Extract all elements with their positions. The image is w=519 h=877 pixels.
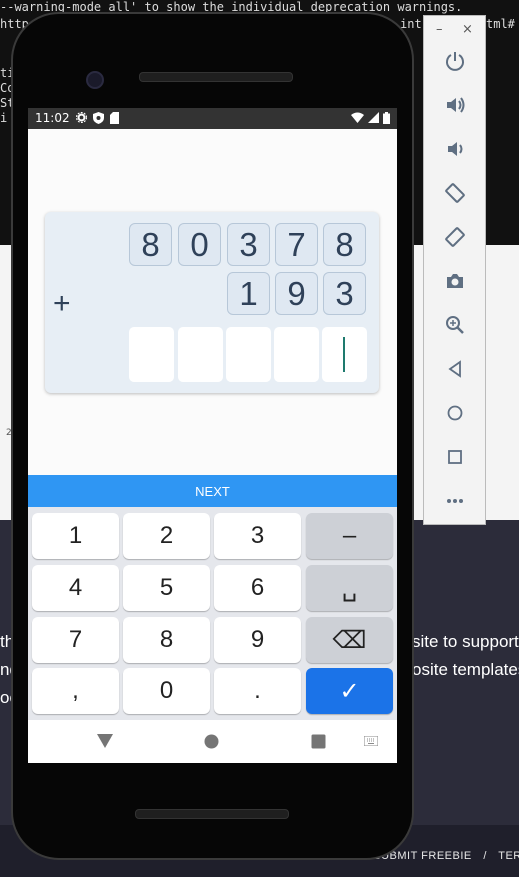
key-5[interactable]: 5 xyxy=(123,565,210,611)
key-comma[interactable]: , xyxy=(32,668,119,714)
rotate-right-icon[interactable] xyxy=(441,223,469,251)
math-practice-app: 8 0 3 7 8 1 9 3 + xyxy=(28,129,397,475)
bottom-speaker xyxy=(135,809,289,819)
rotate-left-icon[interactable] xyxy=(441,179,469,207)
top-digit: 8 xyxy=(323,223,366,266)
top-digit: 3 xyxy=(227,223,270,266)
footer-separator: / xyxy=(483,850,487,862)
signal-icon xyxy=(368,112,379,123)
key-minus[interactable]: – xyxy=(306,513,393,559)
next-button[interactable]: NEXT xyxy=(28,475,397,507)
overview-icon[interactable] xyxy=(441,443,469,471)
web-text: site to support xyxy=(412,632,519,651)
power-icon[interactable] xyxy=(441,47,469,75)
key-6[interactable]: 6 xyxy=(214,565,301,611)
text-cursor xyxy=(343,337,345,372)
key-backspace[interactable]: ⌫ xyxy=(306,617,393,663)
top-digit: 0 xyxy=(178,223,221,266)
earpiece-speaker xyxy=(139,72,293,82)
terminal-line: i xyxy=(0,111,8,125)
terminal-line: tml# xyxy=(486,17,515,31)
answer-digit-input[interactable] xyxy=(226,327,271,382)
zoom-icon[interactable] xyxy=(441,311,469,339)
answer-digit-input[interactable] xyxy=(274,327,319,382)
navigation-bar xyxy=(28,720,397,763)
wifi-icon xyxy=(351,112,364,123)
answer-digit-input[interactable] xyxy=(129,327,174,382)
top-digit: 8 xyxy=(129,223,172,266)
shield-icon xyxy=(93,112,104,124)
answer-digit-input-active[interactable] xyxy=(322,327,367,382)
back-icon[interactable] xyxy=(96,733,114,749)
minimize-button[interactable]: – xyxy=(436,22,443,37)
phone-screen: 11:02 8 0 3 7 8 1 9 3 + NEXT 1 2 3 – 4 5… xyxy=(28,108,397,763)
close-button[interactable]: × xyxy=(462,22,473,37)
key-0[interactable]: 0 xyxy=(123,668,210,714)
more-icon[interactable] xyxy=(441,487,469,515)
bottom-digit: 9 xyxy=(275,272,318,315)
volume-down-icon[interactable] xyxy=(441,135,469,163)
answer-digit-input[interactable] xyxy=(178,327,223,382)
overview-icon[interactable] xyxy=(311,734,326,749)
key-period[interactable]: . xyxy=(214,668,301,714)
battery-icon xyxy=(383,112,390,124)
bottom-digit: 3 xyxy=(323,272,366,315)
back-icon[interactable] xyxy=(441,355,469,383)
keyboard-switch-icon[interactable] xyxy=(364,736,378,746)
bottom-digit: 1 xyxy=(227,272,270,315)
key-2[interactable]: 2 xyxy=(123,513,210,559)
numeric-keyboard: 1 2 3 – 4 5 6 ␣ 7 8 9 ⌫ , 0 . ✓ xyxy=(28,507,397,720)
key-3[interactable]: 3 xyxy=(214,513,301,559)
key-9[interactable]: 9 xyxy=(214,617,301,663)
key-8[interactable]: 8 xyxy=(123,617,210,663)
key-7[interactable]: 7 xyxy=(32,617,119,663)
status-bar: 11:02 xyxy=(28,108,397,129)
web-text: osite templates xyxy=(412,660,519,679)
sd-card-icon xyxy=(110,112,119,124)
front-camera xyxy=(86,71,104,89)
footer-terms-link[interactable]: TERMS xyxy=(498,850,519,862)
key-done[interactable]: ✓ xyxy=(306,668,393,714)
home-icon[interactable] xyxy=(204,734,219,749)
volume-up-icon[interactable] xyxy=(441,91,469,119)
home-icon[interactable] xyxy=(441,399,469,427)
settings-icon xyxy=(76,112,87,123)
key-4[interactable]: 4 xyxy=(32,565,119,611)
top-digit: 7 xyxy=(275,223,318,266)
addition-problem-card: 8 0 3 7 8 1 9 3 + xyxy=(45,212,379,393)
plus-operator: + xyxy=(53,287,71,320)
emulator-toolbar: – × xyxy=(423,15,486,525)
key-1[interactable]: 1 xyxy=(32,513,119,559)
key-space[interactable]: ␣ xyxy=(306,565,393,611)
camera-icon[interactable] xyxy=(441,267,469,295)
status-time: 11:02 xyxy=(35,111,70,125)
